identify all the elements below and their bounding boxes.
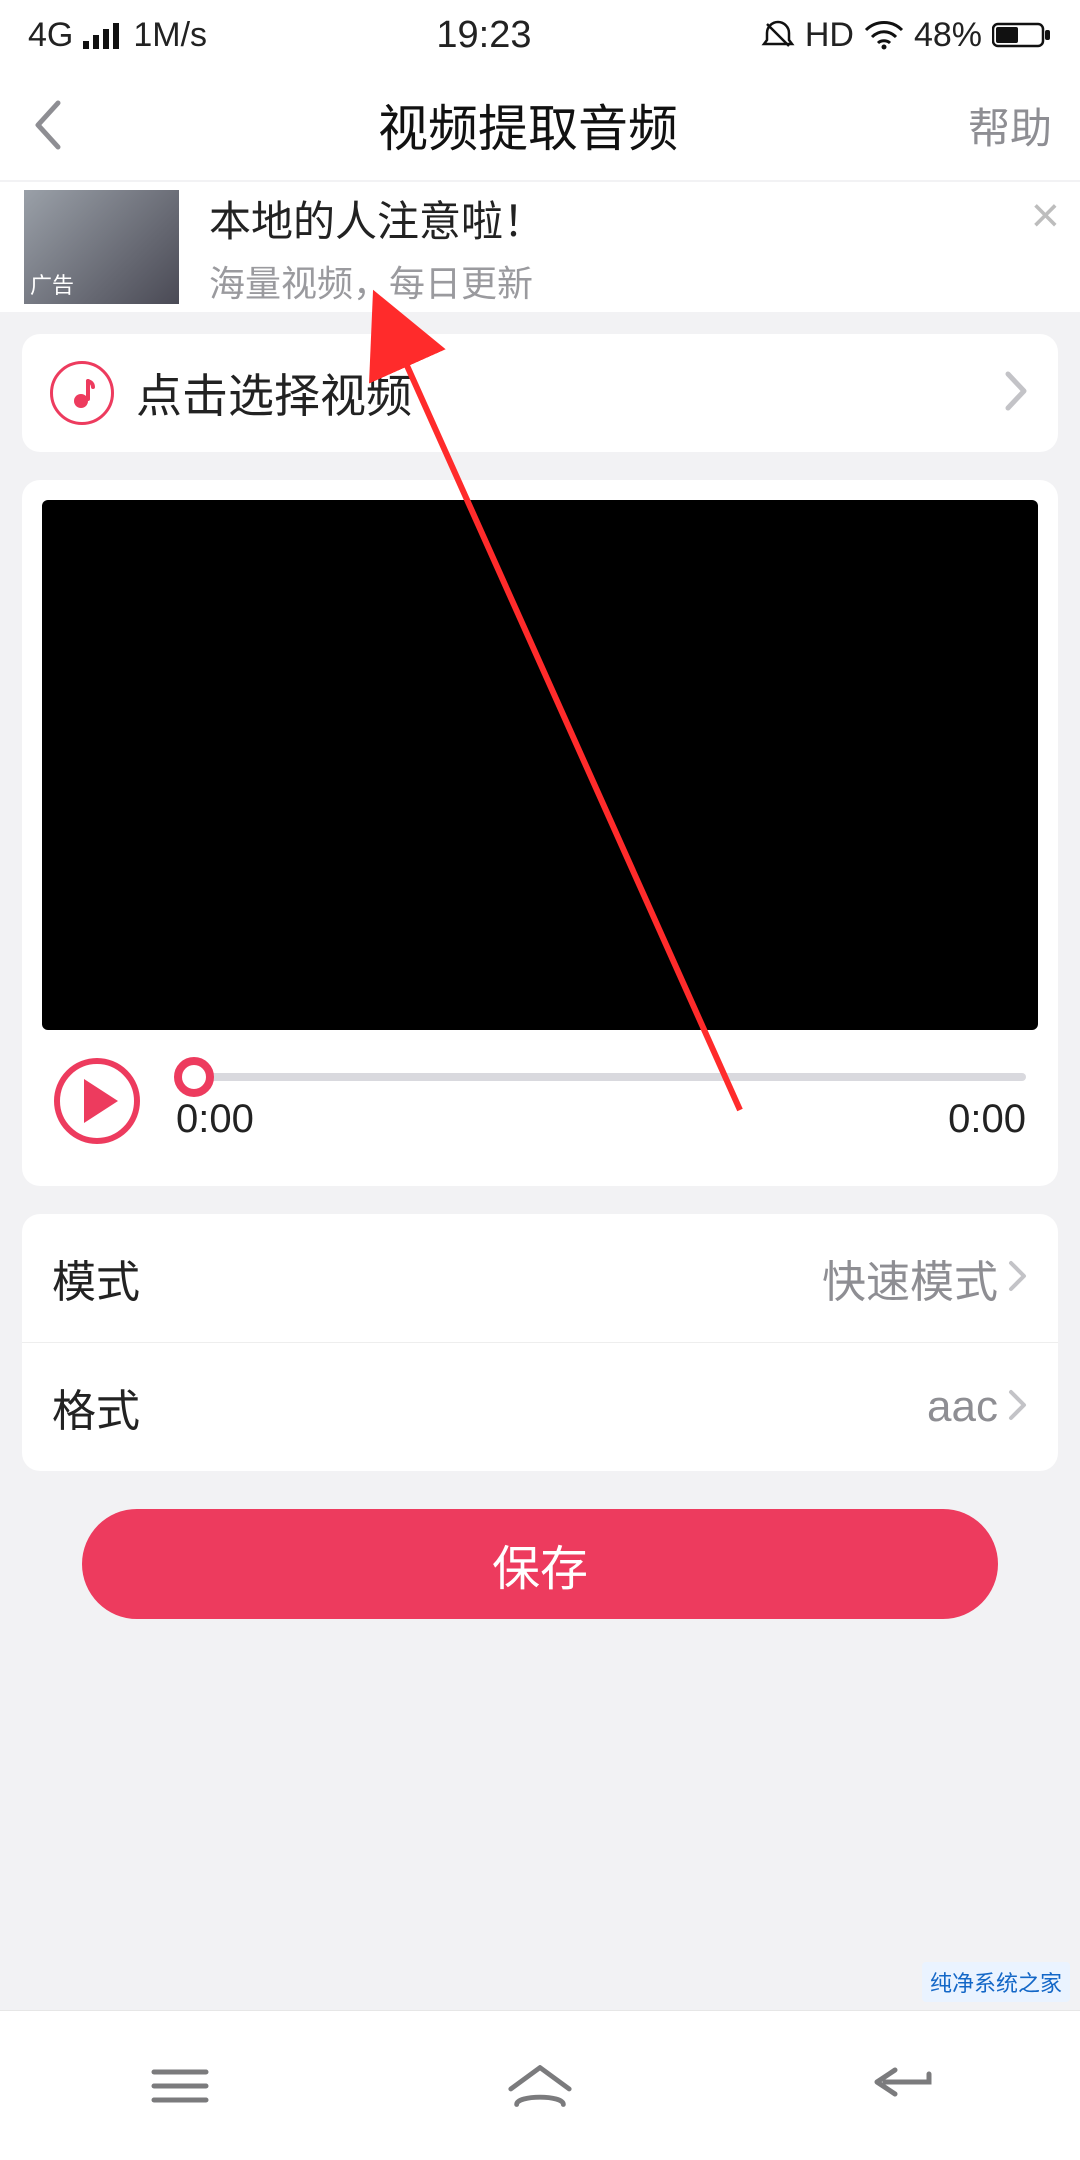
format-label: 格式 <box>52 1375 140 1439</box>
status-left: 4G 1M/s <box>28 16 207 55</box>
play-icon <box>84 1079 118 1123</box>
status-right: HD 48% <box>761 16 1052 55</box>
player-controls: 0:00 0:00 <box>42 1030 1038 1166</box>
hd-label: HD <box>805 16 854 55</box>
slider-knob[interactable] <box>174 1057 214 1097</box>
format-value: aac <box>927 1382 998 1432</box>
page-title: 视频提取音频 <box>88 89 968 161</box>
save-button[interactable]: 保存 <box>82 1509 998 1619</box>
chevron-right-icon <box>1008 1382 1028 1432</box>
ad-text: 本地的人注意啦！ 海量视频，每日更新 <box>209 188 545 307</box>
recent-apps-icon[interactable] <box>145 2051 215 2121</box>
battery-label: 48% <box>914 16 982 55</box>
help-button[interactable]: 帮助 <box>968 95 1052 156</box>
signal-icon <box>83 21 123 49</box>
chevron-right-icon <box>1008 1253 1028 1303</box>
progress-slider[interactable] <box>176 1073 1026 1081</box>
back-icon[interactable] <box>865 2051 935 2121</box>
save-label: 保存 <box>492 1529 588 1599</box>
progress-area: 0:00 0:00 <box>176 1061 1026 1142</box>
video-preview[interactable] <box>42 500 1038 1030</box>
back-button[interactable] <box>28 95 88 155</box>
play-button[interactable] <box>54 1058 140 1144</box>
music-icon <box>50 361 114 425</box>
ad-banner[interactable]: 本地的人注意啦！ 海量视频，每日更新 × <box>0 182 1080 312</box>
watermark: 纯净系统之家 <box>922 1962 1070 2002</box>
mode-value: 快速模式 <box>822 1246 998 1310</box>
ad-thumbnail <box>24 190 179 304</box>
status-bar: 4G 1M/s 19:23 HD 48% <box>0 0 1080 70</box>
settings-card: 模式 快速模式 格式 aac <box>22 1214 1058 1471</box>
network-label: 4G <box>28 16 73 55</box>
wifi-icon <box>864 20 904 50</box>
home-icon[interactable] <box>505 2051 575 2121</box>
mode-label: 模式 <box>52 1246 140 1310</box>
system-nav <box>0 2010 1080 2160</box>
ad-title: 本地的人注意啦！ <box>209 188 545 249</box>
chevron-right-icon <box>1004 370 1030 417</box>
mode-row[interactable]: 模式 快速模式 <box>22 1214 1058 1342</box>
time-label: 19:23 <box>436 14 531 57</box>
battery-icon <box>992 21 1052 49</box>
close-icon[interactable]: × <box>1031 190 1060 240</box>
select-video-label: 点击选择视频 <box>136 360 1004 426</box>
select-video-row[interactable]: 点击选择视频 <box>22 334 1058 452</box>
current-time: 0:00 <box>176 1097 254 1142</box>
format-row[interactable]: 格式 aac <box>22 1342 1058 1471</box>
duration-time: 0:00 <box>948 1097 1026 1142</box>
player-card: 0:00 0:00 <box>22 480 1058 1186</box>
nav-bar: 视频提取音频 帮助 <box>0 70 1080 180</box>
ad-subtitle: 海量视频，每日更新 <box>209 255 545 307</box>
mute-icon <box>761 18 795 52</box>
speed-label: 1M/s <box>133 16 207 55</box>
